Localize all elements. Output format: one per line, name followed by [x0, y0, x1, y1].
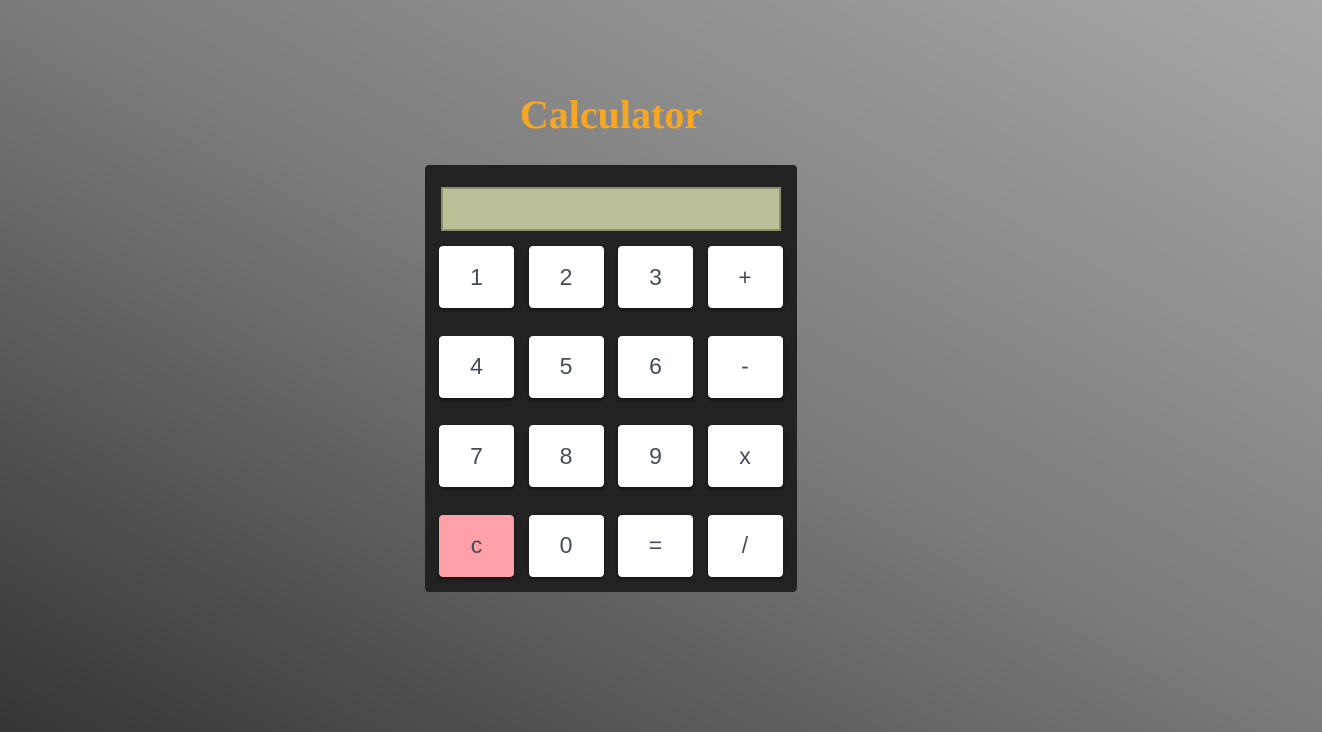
divide-button[interactable]: /	[707, 514, 783, 577]
key-5[interactable]: 5	[528, 335, 604, 398]
clear-button[interactable]: c	[439, 514, 514, 577]
key-0[interactable]: 0	[528, 514, 604, 577]
subtract-button[interactable]: -	[707, 335, 783, 398]
key-9[interactable]: 9	[618, 425, 693, 487]
calculator-body: 1 2 3 + 4 5 6 - 7 8 9 x c 0 = /	[425, 165, 797, 592]
add-button[interactable]: +	[707, 246, 783, 308]
keypad: 1 2 3 + 4 5 6 - 7 8 9 x c 0 = /	[439, 246, 783, 577]
key-3[interactable]: 3	[618, 246, 693, 308]
key-4[interactable]: 4	[439, 335, 514, 398]
key-1[interactable]: 1	[439, 246, 514, 308]
key-8[interactable]: 8	[528, 425, 604, 487]
calculator-display[interactable]	[441, 187, 781, 231]
page-title: Calculator	[519, 92, 703, 137]
key-2[interactable]: 2	[528, 246, 604, 308]
key-7[interactable]: 7	[439, 425, 514, 487]
multiply-button[interactable]: x	[707, 425, 783, 487]
equals-button[interactable]: =	[618, 514, 693, 577]
key-6[interactable]: 6	[618, 335, 693, 398]
